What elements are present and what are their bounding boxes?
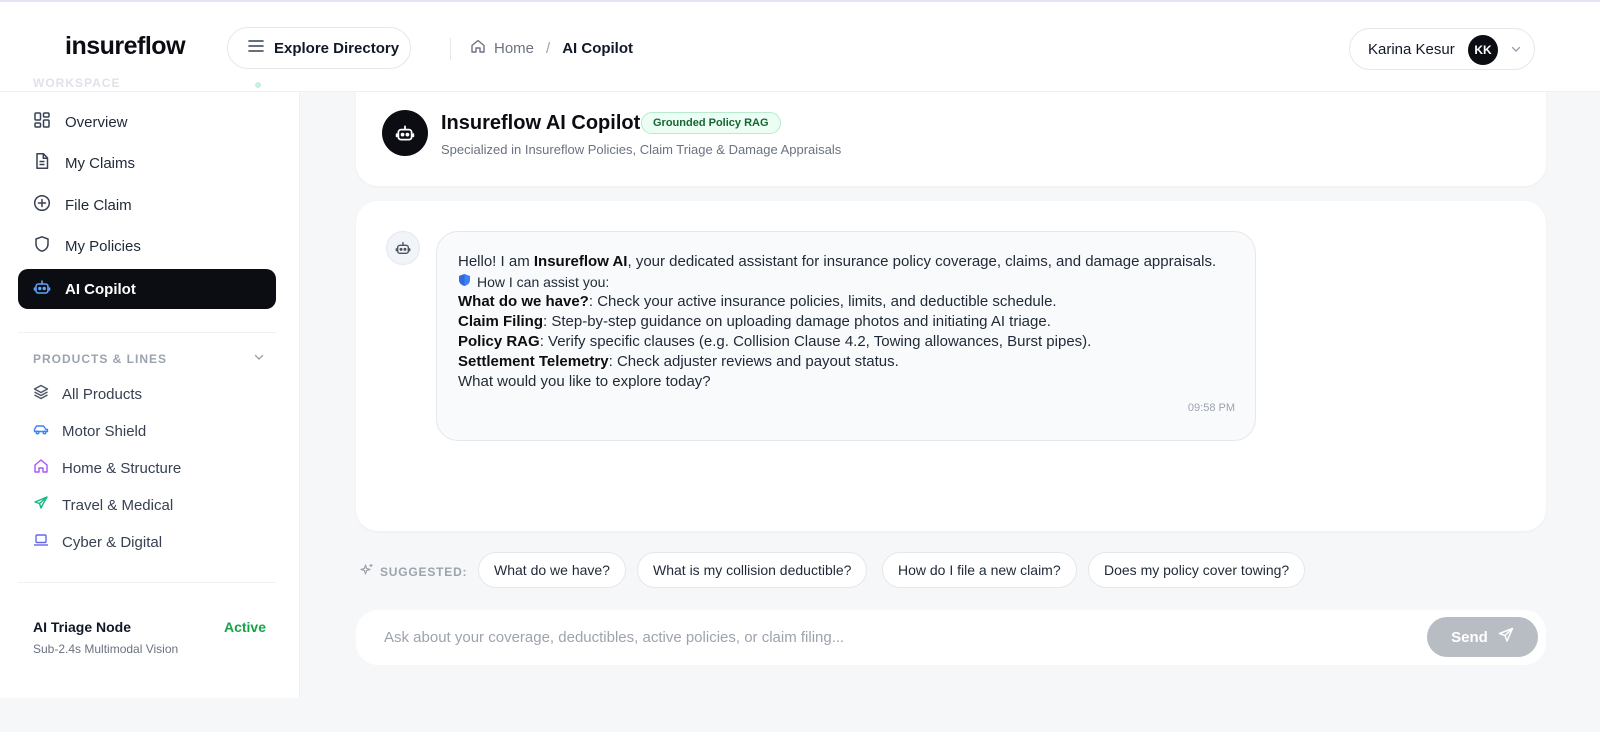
- message-item: What do we have?: Check your active insu…: [458, 292, 1235, 312]
- breadcrumb-current: AI Copilot: [562, 39, 634, 57]
- suggestion-chip[interactable]: Does my policy cover towing?: [1088, 552, 1306, 588]
- sidebar-item-my-policies[interactable]: My Policies: [18, 226, 276, 266]
- sidebar-item-label: File Claim: [65, 196, 132, 214]
- message-text: : Verify specific clauses (e.g. Collisio…: [539, 333, 1092, 350]
- sidebar-item-file-claim[interactable]: File Claim: [18, 185, 276, 225]
- message-item: Settlement Telemetry: Check adjuster rev…: [458, 352, 1235, 372]
- sidebar-item-travel-medical[interactable]: Travel & Medical: [33, 495, 173, 515]
- sidebar-item-label: My Claims: [65, 154, 135, 172]
- user-menu[interactable]: Karina Kesur KK: [1349, 28, 1535, 70]
- send-button-label: Send: [1451, 628, 1488, 646]
- breadcrumb: Home / AI Copilot: [470, 38, 633, 58]
- sidebar-item-ai-copilot[interactable]: AI Copilot: [18, 269, 276, 309]
- header-divider: [450, 38, 451, 60]
- car-icon: [33, 421, 49, 441]
- page-subtitle: Specialized in Insureflow Policies, Clai…: [441, 142, 842, 157]
- shield-icon: [458, 272, 471, 292]
- sidebar-item-label: Overview: [65, 113, 128, 131]
- page-title: Insureflow AI Copilot: [441, 112, 641, 134]
- home-icon: [470, 38, 486, 58]
- chat-composer: Send: [356, 610, 1546, 665]
- house-icon: [33, 458, 49, 478]
- sidebar-item-label: AI Copilot: [65, 280, 136, 298]
- sidebar-divider: [18, 332, 276, 333]
- breadcrumb-home-link[interactable]: Home: [494, 40, 534, 57]
- brand-logo[interactable]: insureflow: [65, 32, 186, 61]
- top-header: insureflow Explore Directory Home / AI C…: [0, 2, 1600, 92]
- status-badge: Active: [223, 619, 266, 635]
- sidebar-item-overview[interactable]: Overview: [18, 102, 276, 142]
- message-text: : Check your active insurance policies, …: [588, 293, 1057, 310]
- message-intro: Hello! I am Insureflow AI, your dedicate…: [458, 252, 1235, 272]
- suggestions-label: SUGGESTED:: [360, 563, 467, 580]
- sparkle-icon: [360, 563, 374, 580]
- chevron-down-icon: [253, 351, 265, 366]
- sidebar-item-label: Motor Shield: [62, 422, 147, 440]
- message-bold-text: Policy RAG: [458, 333, 540, 350]
- sidebar-item-label: Travel & Medical: [62, 496, 174, 514]
- document-icon: [33, 152, 51, 174]
- message-bold-text: Insureflow AI: [533, 253, 628, 270]
- sidebar-item-label: Cyber & Digital: [62, 533, 163, 551]
- copilot-header-card: Insureflow AI Copilot Grounded Policy RA…: [356, 92, 1546, 186]
- message-text: Hello! I am: [458, 253, 534, 270]
- chat-thread: Hello! I am Insureflow AI, your dedicate…: [356, 201, 1546, 531]
- layers-icon: [33, 384, 49, 404]
- user-name: Karina Kesur: [1368, 40, 1455, 58]
- breadcrumb-separator: /: [546, 39, 551, 57]
- message-bold-text: Settlement Telemetry: [458, 353, 609, 370]
- workspace-label: WORKSPACE: [33, 76, 121, 90]
- status-title: AI Triage Node: [33, 619, 132, 635]
- menu-icon: [248, 39, 264, 57]
- sidebar-item-cyber-digital[interactable]: Cyber & Digital: [33, 532, 162, 552]
- chat-input[interactable]: [356, 610, 1386, 665]
- sidebar-item-my-claims[interactable]: My Claims: [18, 143, 276, 183]
- sidebar-item-label: All Products: [62, 385, 143, 403]
- message-text: , your dedicated assistant for insurance…: [627, 253, 1217, 270]
- avatar: KK: [1468, 35, 1498, 65]
- shield-icon: [33, 235, 51, 257]
- sidebar-item-label: My Policies: [65, 237, 141, 255]
- chevron-down-icon: [1510, 42, 1522, 60]
- status-subtitle: Sub-2.4s Multimodal Vision: [33, 642, 179, 656]
- message-item: Claim Filing: Step-by-step guidance on u…: [458, 312, 1235, 332]
- sidebar: Overview My Claims File Claim My Policie…: [0, 92, 300, 698]
- laptop-icon: [33, 532, 49, 552]
- workspace-status-dot: [255, 82, 261, 88]
- suggestion-chip[interactable]: What is my collision deductible?: [637, 552, 868, 588]
- message-text: : Check adjuster reviews and payout stat…: [608, 353, 899, 370]
- robot-icon: [382, 110, 428, 156]
- products-section-toggle[interactable]: PRODUCTS & LINES: [33, 351, 265, 366]
- suggestions-label-text: SUGGESTED:: [380, 564, 468, 579]
- message-timestamp: 09:58 PM: [1187, 402, 1235, 414]
- suggestion-chip[interactable]: What do we have?: [478, 552, 626, 588]
- explore-directory-button[interactable]: Explore Directory: [227, 27, 411, 69]
- assistant-message: Hello! I am Insureflow AI, your dedicate…: [436, 231, 1256, 441]
- message-bold-text: Claim Filing: [458, 313, 544, 330]
- plane-icon: [33, 495, 49, 515]
- suggestion-chip[interactable]: How do I file a new claim?: [882, 552, 1077, 588]
- products-heading: PRODUCTS & LINES: [33, 351, 168, 366]
- grid-icon: [33, 111, 51, 133]
- plus-circle-icon: [33, 194, 51, 216]
- send-button[interactable]: Send: [1427, 617, 1538, 657]
- message-text: : Step-by-step guidance on uploading dam…: [543, 313, 1051, 330]
- status-badge: Grounded Policy RAG: [641, 112, 781, 134]
- send-icon: [1498, 627, 1514, 647]
- robot-icon: [33, 278, 51, 300]
- message-closing: What would you like to explore today?: [458, 373, 711, 390]
- sidebar-item-label: Home & Structure: [62, 459, 182, 477]
- sidebar-divider: [18, 582, 276, 583]
- explore-directory-label: Explore Directory: [274, 39, 400, 57]
- robot-icon: [386, 231, 420, 265]
- message-assist-line: How I can assist you:: [458, 272, 1235, 292]
- ai-triage-status-card: AI Triage Node Active Sub-2.4s Multimoda…: [18, 606, 276, 666]
- sidebar-item-all-products[interactable]: All Products: [33, 384, 142, 404]
- message-item: Policy RAG: Verify specific clauses (e.g…: [458, 332, 1235, 352]
- message-bold-text: What do we have?: [458, 293, 589, 310]
- sidebar-item-motor-shield[interactable]: Motor Shield: [33, 421, 146, 441]
- message-text: How I can assist you:: [477, 274, 610, 290]
- sidebar-item-home-structure[interactable]: Home & Structure: [33, 458, 181, 478]
